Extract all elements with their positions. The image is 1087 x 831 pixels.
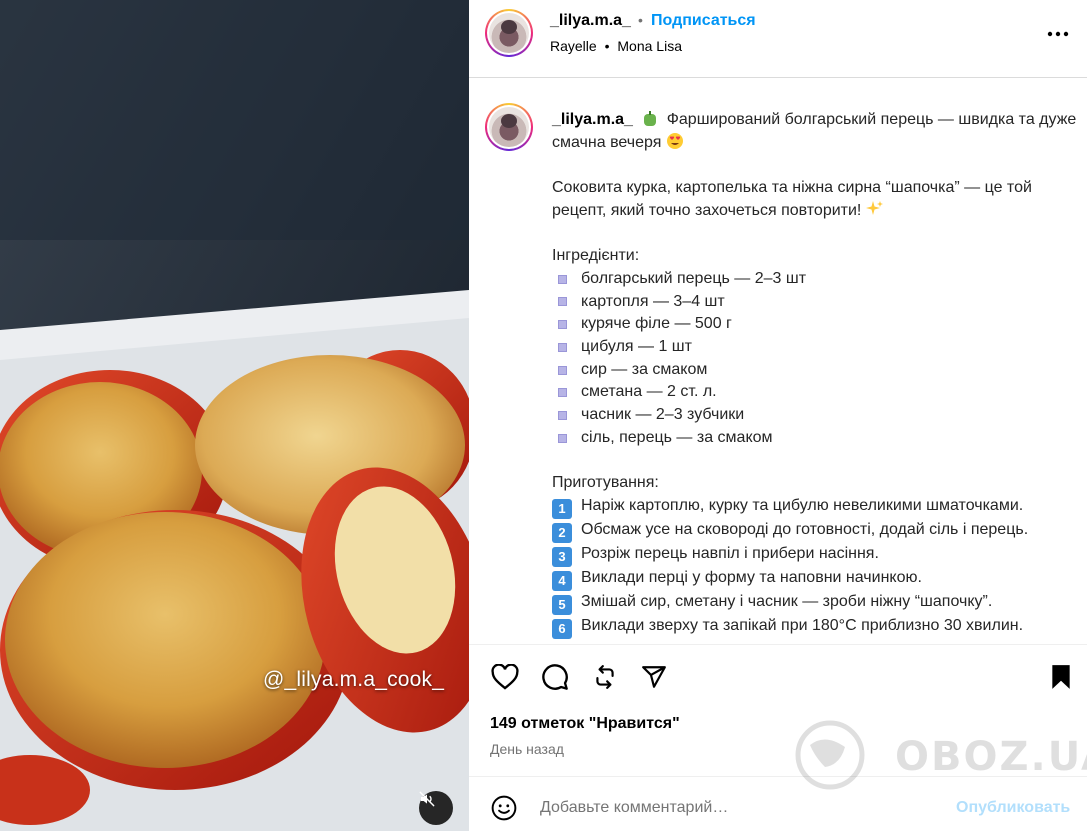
post-comment-button[interactable]: Опубликовать [956,799,1070,817]
step-item: 1 Наріж картоплю, курку та цибулю невелик… [552,495,1077,519]
keycap-number-icon: 6 [552,618,572,639]
audio-artist: Rayelle [550,38,597,54]
mute-icon [419,791,435,807]
ingredient-item: сіль, перець — за смаком [552,427,1077,450]
save-button[interactable] [1046,662,1076,692]
post-details-panel: _lilya.m.a_ • Подписаться Rayelle • Mona… [469,0,1087,831]
caption-username[interactable]: _lilya.m.a_ [552,111,633,128]
sparkles-emoji-icon [865,200,883,215]
header-separator: • [638,12,643,28]
step-item: 6 Виклади зверху та запікай при 180°C при… [552,615,1077,639]
keycap-number-icon: 3 [552,546,572,567]
keycap-number-icon: 5 [552,594,572,615]
caption-text: _lilya.m.a_ Фарширований болгарський пер… [552,109,1077,639]
audio-separator: • [604,38,610,54]
keycap-number-icon: 4 [552,570,572,591]
ingredients-heading: Інгредієнти: [552,247,640,265]
step-item: 5 Змішай сир, сметану і часник — зроби ні… [552,591,1077,615]
share-button[interactable] [639,662,669,692]
keycap-number-icon: 1 [552,498,572,519]
stuffed-peppers-photo [0,0,469,831]
ingredient-item: сметана — 2 ст. л. [552,381,1077,404]
header-username[interactable]: _lilya.m.a_ [550,12,631,30]
step-item: 4 Виклади перці у форму та наповни начинк… [552,567,1077,591]
globe-logo-icon [795,720,865,790]
ingredient-item: часник — 2–3 зубчики [552,404,1077,427]
comment-button[interactable] [540,662,570,692]
ingredient-item: болгарський перець — 2–3 шт [552,268,1077,291]
emoji-picker-button[interactable] [491,795,517,826]
repost-button[interactable] [590,662,620,692]
audio-title: Mona Lisa [617,38,682,54]
bookmark-icon [1052,665,1070,689]
post-header: _lilya.m.a_ • Подписаться Rayelle • Mona… [469,0,1087,78]
comment-icon [542,664,568,690]
step-item: 2 Обсмаж усе на сковороді до готовності, … [552,519,1077,543]
heart-eyes-emoji-icon [666,132,683,149]
post-caption: _lilya.m.a_ Фарширований болгарський пер… [469,79,1087,645]
caption-avatar[interactable] [485,103,533,151]
heart-icon [491,664,519,690]
ingredient-item: картопля — 3–4 шт [552,291,1077,314]
post-media[interactable]: @_lilya.m.a_cook_ [0,0,469,831]
ingredient-item: сир — за смаком [552,359,1077,382]
step-item: 3 Розріж перець навпіл і прибери насіння. [552,543,1077,567]
bell-pepper-emoji-icon [643,111,656,126]
like-button[interactable] [490,662,520,692]
more-horizontal-icon [1047,31,1069,37]
steps-list: 1 Наріж картоплю, курку та цибулю невелик… [552,495,1077,639]
mute-button[interactable] [419,791,453,825]
likes-count[interactable]: 149 отметок "Нравится" [490,715,680,733]
smiley-icon [491,795,517,821]
avatar[interactable] [485,9,533,57]
post-time[interactable]: День назад [490,741,564,757]
audio-info[interactable]: Rayelle • Mona Lisa [550,38,682,54]
steps-heading: Приготування: [552,474,659,492]
repost-icon [596,665,614,689]
action-bar [469,648,1087,708]
ingredients-list: болгарський перець — 2–3 шт картопля — 3… [552,268,1077,450]
comment-input[interactable] [540,799,940,817]
keycap-number-icon: 2 [552,522,572,543]
share-icon [642,666,666,688]
media-watermark: @_lilya.m.a_cook_ [263,668,445,691]
ingredient-item: куряче філе — 500 г [552,313,1077,336]
site-watermark: OBOZ.UA [785,720,1087,790]
caption-intro: Соковита курка, картопелька та ніжна сир… [552,179,1032,219]
follow-button[interactable]: Подписаться [651,12,756,30]
more-options-button[interactable] [1046,22,1070,46]
ingredient-item: цибуля — 1 шт [552,336,1077,359]
